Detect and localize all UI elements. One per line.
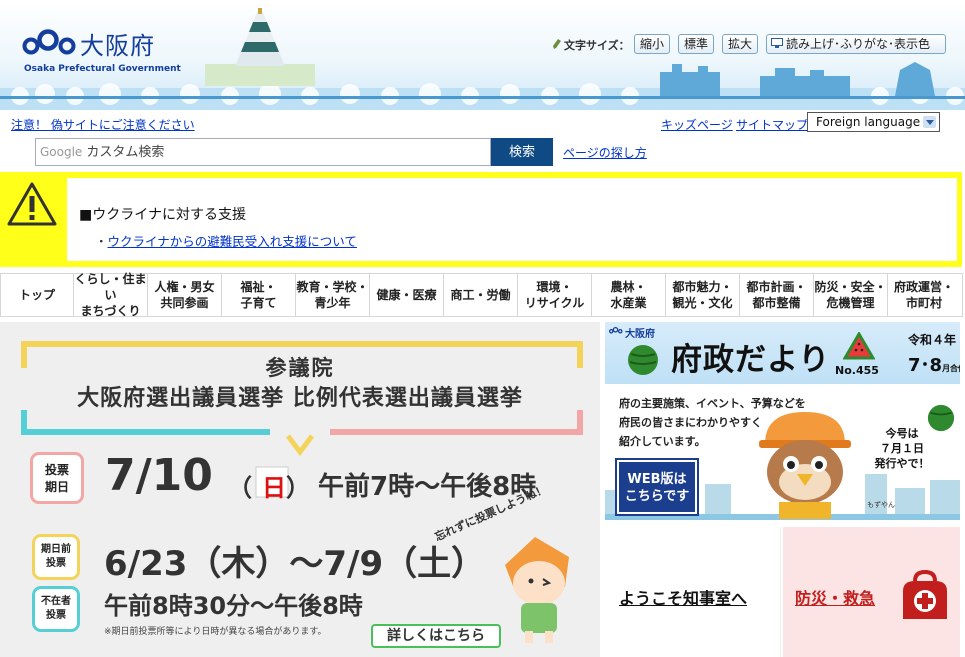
fusei-month: 7･8月合併号 <box>908 355 960 376</box>
nav-living[interactable]: くらし・住まい まちづくり <box>74 272 148 318</box>
election-title: 大阪府選出議員選挙 比例代表選出議員選挙 <box>77 386 523 411</box>
election-note: ※期日前投票所等により日時が異なる場合があります。 <box>104 627 327 637</box>
fusei-release-note: 今号は ７月１日 発行やで！ <box>874 427 930 470</box>
voting-weekday: 日 <box>262 474 286 502</box>
watermelon-icon <box>628 345 658 375</box>
fusei-issue-number: No.455 <box>835 364 879 377</box>
voting-day-badge: 投票 期日 <box>30 452 84 504</box>
nav-top[interactable]: トップ <box>1 274 74 316</box>
governor-office-link[interactable]: ようこそ知事室へ <box>619 585 747 609</box>
list-bullet: ・ <box>95 234 108 249</box>
fusei-publisher: 大阪府 <box>625 329 655 340</box>
fusei-dayori-title: 府政だより <box>671 342 831 378</box>
early-voting-badge: 期日前 投票 <box>32 534 80 580</box>
weekday-paren-close: ） <box>286 474 310 502</box>
pen-icon <box>553 39 561 49</box>
early-voting-hours: 午前8時30分～午後8時 <box>104 592 363 620</box>
fusei-year: 令和４年 <box>908 333 957 347</box>
font-size-standard-button[interactable]: 標準 <box>678 34 714 54</box>
ukraine-evacuee-support-link[interactable]: ウクライナからの避難民受入れ支援について <box>108 234 357 249</box>
osaka-castle-illustration <box>205 8 315 86</box>
global-navigation: トップ くらし・住まい まちづくり 人権・男女 共同参画 福祉・ 子育て 教育・… <box>0 272 963 318</box>
search-button[interactable]: 検索 <box>491 138 553 166</box>
kids-page-link[interactable]: キッズページ <box>661 116 733 133</box>
fake-site-notice-link[interactable]: 注意！ 偽サイトにご注意ください <box>11 116 195 133</box>
disaster-emergency-link[interactable]: 防災・救急 <box>795 585 875 609</box>
alert-list-item: ・ウクライナからの避難民受入れ支援について <box>95 231 357 250</box>
search-input[interactable]: Google カスタム検索 <box>35 138 491 166</box>
monitor-icon <box>771 38 783 48</box>
governor-office-card[interactable]: ようこそ知事室へ <box>605 527 781 657</box>
election-chamber: 参議院 <box>265 356 335 380</box>
nav-education[interactable]: 教育・学校・ 青少年 <box>296 274 370 316</box>
font-size-small-button[interactable]: 縮小 <box>634 34 670 54</box>
alert-heading: ■ウクライナに対する支援 <box>79 207 246 223</box>
emergency-notice-content: ■ウクライナに対する支援 ・ウクライナからの避難民受入れ支援について <box>67 178 957 261</box>
emergency-notice-box: ■ウクライナに対する支援 ・ウクライナからの避難民受入れ支援について <box>0 172 962 267</box>
nav-health[interactable]: 健康・医療 <box>370 274 444 316</box>
watermelon-slice-icon <box>843 332 875 360</box>
font-size-large-button[interactable]: 拡大 <box>722 34 758 54</box>
logo-name: 大阪府 <box>80 32 155 60</box>
nav-environment[interactable]: 環境・ リサイクル <box>518 274 592 316</box>
voting-date: 7/10 <box>105 450 213 501</box>
sitemap-link[interactable]: サイトマップ <box>736 116 808 133</box>
readout-button[interactable]: 読み上げ･ふりがな･表示色 <box>766 34 946 54</box>
nav-welfare[interactable]: 福祉・ 子育て <box>222 274 296 316</box>
nav-tourism[interactable]: 都市魅力・ 観光・文化 <box>666 274 740 316</box>
fusei-mascot-name: もずやん <box>867 501 895 509</box>
nav-agriculture[interactable]: 農林・ 水産業 <box>592 274 666 316</box>
election-details-button[interactable]: 詳しくはこちら <box>371 624 501 648</box>
language-select-value: Foreign language <box>816 115 921 129</box>
foreign-language-select[interactable]: Foreign language <box>807 112 940 132</box>
emergency-bag-icon <box>903 569 947 619</box>
absentee-voting-badge: 不在者 投票 <box>32 586 80 632</box>
fusei-web-version-button[interactable]: WEB版は こちらです <box>615 458 699 516</box>
early-voting-dates: 6/23（木）～7/9（土） <box>104 544 486 584</box>
font-size-label: 文字サイズ： <box>564 39 630 52</box>
warning-icon <box>7 182 57 226</box>
nav-administration[interactable]: 府政運営・ 市町村 <box>888 274 960 316</box>
logo-subtitle: Osaka Prefectural Government <box>24 64 181 74</box>
fusei-dayori-header: 大阪府 府政だより No.455 令和４年 7･8月合併号 <box>605 322 960 384</box>
google-label: Google <box>40 145 83 159</box>
nav-disaster-prevention[interactable]: 防災・安全・ 危機管理 <box>814 274 888 316</box>
mozuyan-mascot-illustration <box>759 412 851 519</box>
fusei-dayori-banner[interactable]: 大阪府 府政だより No.455 令和４年 7･8月合併号 府の主要施策、イベン… <box>605 322 960 520</box>
how-to-find-page-link[interactable]: ページの探し方 <box>563 144 647 161</box>
osaka-pref-emblem-icon <box>22 29 76 55</box>
mascot-character-illustration <box>505 537 569 643</box>
osaka-pref-emblem-icon <box>609 327 623 334</box>
nav-commerce[interactable]: 商工・労働 <box>444 274 518 316</box>
chevron-down-icon <box>923 116 936 128</box>
site-header: 大阪府 Osaka Prefectural Government 文字サイズ： … <box>0 0 965 110</box>
nav-urban-planning[interactable]: 都市計画・ 都市整備 <box>740 274 814 316</box>
search-placeholder: カスタム検索 <box>86 145 165 160</box>
weekday-paren-open: （ <box>228 474 252 502</box>
nav-human-rights[interactable]: 人権・男女 共同参画 <box>148 274 222 316</box>
disaster-emergency-card[interactable]: 防災・救急 <box>783 527 960 657</box>
